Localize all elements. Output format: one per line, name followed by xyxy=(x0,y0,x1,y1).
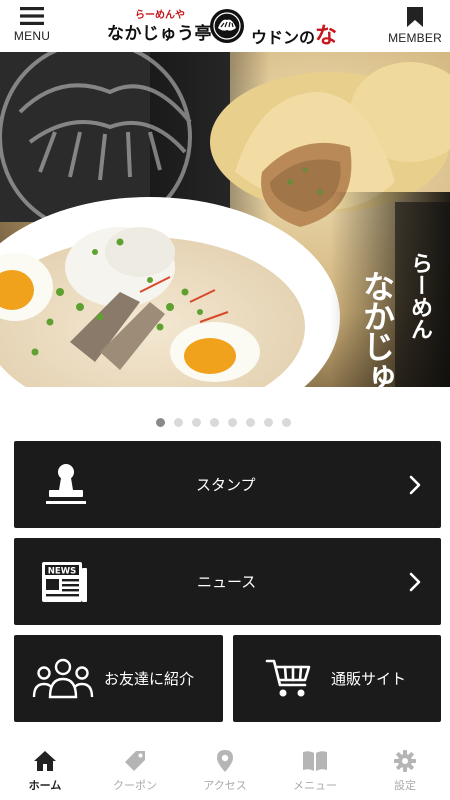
brand-logo: らーめんや なかじゅう亭 ウドンのな xyxy=(105,6,350,49)
chevron-right-icon xyxy=(409,475,421,494)
hero-banner[interactable]: らーめん なかじゅう亭 xyxy=(0,52,450,387)
online-shop-label: 通販サイト xyxy=(331,670,407,688)
map-pin-icon xyxy=(217,750,233,772)
brand-main-text: なかじゅう亭 xyxy=(107,24,212,44)
news-button[interactable]: NEWS ニュース xyxy=(14,538,441,625)
hero-title-large: なかじゅう亭 xyxy=(358,270,396,387)
gear-icon xyxy=(394,750,416,772)
chevron-right-icon xyxy=(409,572,421,591)
stamp-label: スタンプ xyxy=(196,476,256,494)
tab-menu[interactable]: メニュー xyxy=(270,743,360,800)
shopping-cart-icon xyxy=(265,659,311,697)
tag-icon xyxy=(125,751,145,771)
menu-label: MENU xyxy=(13,29,51,43)
carousel-pager xyxy=(0,418,450,427)
menu-button[interactable]: MENU xyxy=(2,6,62,50)
brand-second-red: な xyxy=(315,24,338,49)
tab-access-label: アクセス xyxy=(203,779,247,792)
news-icon-text: NEWS xyxy=(48,567,76,577)
pager-dot-7[interactable] xyxy=(263,418,273,427)
member-button[interactable]: MEMBER xyxy=(380,6,450,50)
pager-dot-6[interactable] xyxy=(245,418,255,427)
pager-dot-5[interactable] xyxy=(227,418,237,427)
tab-menu-label: メニュー xyxy=(293,779,337,792)
tab-home[interactable]: ホーム xyxy=(0,743,90,800)
pager-dot-2[interactable] xyxy=(173,418,183,427)
pager-dot-4[interactable] xyxy=(209,418,219,427)
hero-title: らーめん なかじゅう亭 xyxy=(354,250,436,387)
home-icon xyxy=(34,751,56,771)
tab-settings-label: 設定 xyxy=(394,779,416,792)
tab-home-label: ホーム xyxy=(28,779,62,792)
app-header: MENU らーめんや なかじゅう亭 ウドンのな MEMBER xyxy=(0,0,450,52)
pager-dot-8[interactable] xyxy=(281,418,291,427)
brand-second-main: ウドンの xyxy=(251,28,316,47)
stamp-button[interactable]: スタンプ xyxy=(14,441,441,528)
newspaper-icon: NEWS xyxy=(42,562,87,602)
pager-dot-1[interactable] xyxy=(155,418,165,427)
emblem-icon xyxy=(210,9,244,43)
bottom-tab-bar: ホーム クーポン アクセス メニュー 設定 xyxy=(0,743,450,800)
people-group-icon xyxy=(32,658,94,699)
hero-title-small: らーめん xyxy=(407,252,433,340)
refer-friend-button[interactable]: お友達に紹介 xyxy=(14,635,223,722)
refer-friend-label: お友達に紹介 xyxy=(104,670,195,688)
tab-coupon-label: クーポン xyxy=(113,779,157,792)
pager-dot-3[interactable] xyxy=(191,418,201,427)
member-label: MEMBER xyxy=(388,31,442,45)
tab-coupon[interactable]: クーポン xyxy=(90,743,180,800)
brand-second-text: ウドンのな xyxy=(251,18,337,50)
tab-access[interactable]: アクセス xyxy=(180,743,270,800)
bookmark-icon xyxy=(407,7,423,27)
tab-settings[interactable]: 設定 xyxy=(360,743,450,800)
stamp-icon xyxy=(46,464,86,504)
hamburger-icon xyxy=(20,7,44,25)
online-shop-button[interactable]: 通販サイト xyxy=(233,635,441,722)
news-label: ニュース xyxy=(197,573,257,591)
book-icon xyxy=(303,751,327,771)
